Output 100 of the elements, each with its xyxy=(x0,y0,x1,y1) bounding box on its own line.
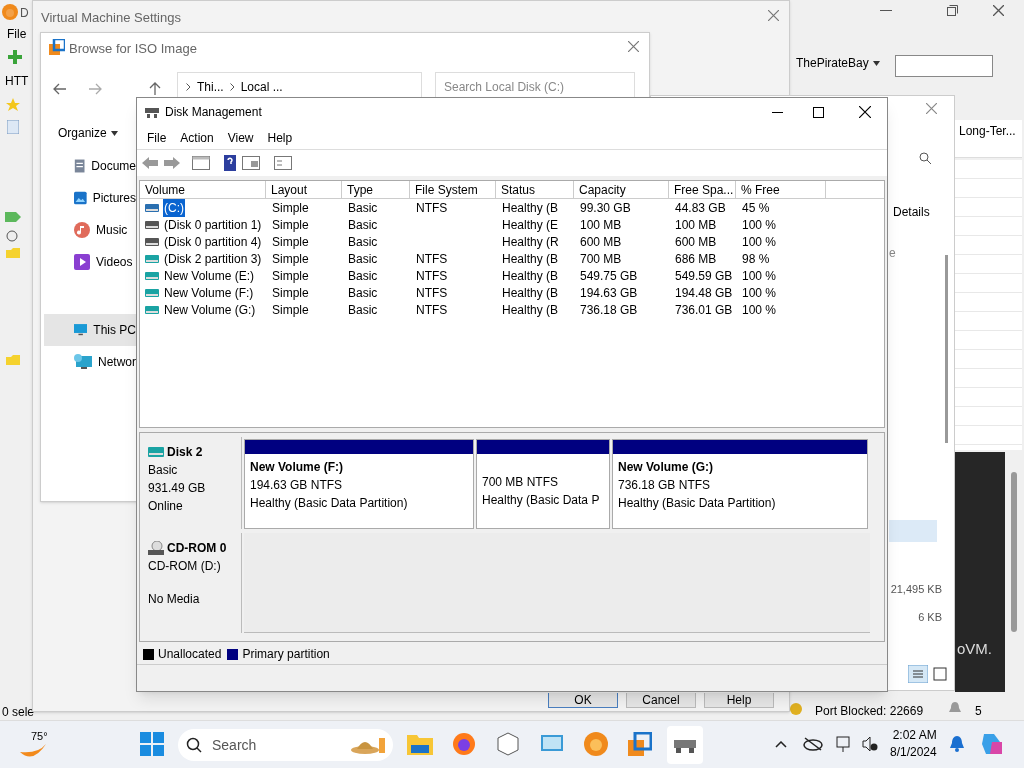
back-arrow-icon[interactable] xyxy=(142,157,158,169)
start-icon[interactable] xyxy=(140,732,164,756)
nav-item[interactable]: Pictures xyxy=(44,182,136,214)
close-icon[interactable] xyxy=(859,106,871,118)
drive-icon xyxy=(145,203,159,212)
disk-name: Disk 2 xyxy=(167,444,203,461)
bell-icon[interactable] xyxy=(950,736,964,752)
window-title: D xyxy=(20,5,29,22)
clock-date[interactable]: 8/1/2024 xyxy=(890,744,937,761)
terminal-text: oVM. xyxy=(957,640,992,657)
dialog-button[interactable]: Help xyxy=(704,693,774,708)
pane-icon[interactable] xyxy=(192,156,210,170)
disk-info: CD-ROM (D:) xyxy=(148,558,222,575)
row-highlight xyxy=(889,520,937,542)
nav-item[interactable]: Docume xyxy=(44,150,136,182)
column-header[interactable]: Volume xyxy=(140,181,266,198)
table-cell: NTFS xyxy=(416,200,448,215)
drive-label[interactable]: New Volume (G:) xyxy=(163,300,257,319)
clock-time[interactable]: 2:02 AM xyxy=(892,727,937,744)
partition-block[interactable]: 700 MB NTFS Healthy (Basic Data P xyxy=(476,439,610,529)
drive-label[interactable]: New Volume (F:) xyxy=(163,283,255,302)
status-text: 0 sele xyxy=(2,704,35,721)
table-cell: 100 MB xyxy=(675,217,717,232)
column-header[interactable]: File System xyxy=(410,181,496,198)
cube-icon[interactable] xyxy=(496,732,520,756)
help-icon[interactable] xyxy=(224,155,236,171)
drive-label[interactable]: (Disk 0 partition 4) xyxy=(163,232,263,251)
menu-item[interactable]: View xyxy=(227,128,254,147)
menu-item[interactable]: Help xyxy=(267,128,293,147)
nav-item[interactable]: Videos xyxy=(44,246,136,278)
menu-item[interactable]: File xyxy=(7,25,27,43)
pane-icon[interactable] xyxy=(242,156,260,170)
legend-label: Unallocated xyxy=(158,646,222,663)
minimize-icon[interactable] xyxy=(772,111,783,113)
tile-view-icon[interactable] xyxy=(933,667,947,681)
taskbar-search[interactable]: Search xyxy=(178,729,393,761)
dialog-title: Browse for ISO Image xyxy=(69,40,197,58)
nav-item[interactable]: Networ xyxy=(44,346,136,378)
dialog-button[interactable]: Cancel xyxy=(626,693,696,708)
column-header[interactable]: % Free xyxy=(736,181,826,198)
search-icon[interactable] xyxy=(919,152,931,164)
table-cell: Basic xyxy=(348,251,378,266)
column-header[interactable]: Status xyxy=(496,181,574,198)
table-cell: Basic xyxy=(348,302,378,317)
table-cell: Basic xyxy=(348,200,378,215)
browser-icon[interactable] xyxy=(452,732,476,756)
drive-label[interactable]: (Disk 0 partition 1) xyxy=(163,215,263,234)
search-engine-dropdown[interactable]: ThePirateBay xyxy=(796,54,869,72)
back-icon[interactable] xyxy=(53,82,67,96)
forward-arrow-icon[interactable] xyxy=(164,157,180,169)
menu-item[interactable]: Action xyxy=(180,128,214,147)
drive-label[interactable]: (Disk 2 partition 3) xyxy=(163,249,263,268)
tray-overflow-icon[interactable] xyxy=(775,741,787,748)
nav-item[interactable]: This PC xyxy=(44,314,136,346)
breadcrumb[interactable]: Thi... xyxy=(197,78,224,96)
clock-icon xyxy=(6,228,18,242)
toolbar-label: HTT xyxy=(5,73,29,90)
close-icon[interactable] xyxy=(993,5,1004,16)
network-icon[interactable] xyxy=(836,735,852,753)
breadcrumb[interactable]: Local ... xyxy=(240,78,283,96)
maximize-icon[interactable] xyxy=(813,106,824,118)
star-icon xyxy=(5,97,21,113)
table-cell: Basic xyxy=(348,217,378,232)
properties-icon[interactable] xyxy=(274,156,292,170)
dialog-button[interactable]: OK xyxy=(548,693,618,708)
nav-item[interactable]: Music xyxy=(44,214,136,246)
table-cell: 736.18 GB xyxy=(580,302,638,317)
table-cell: NTFS xyxy=(416,251,448,266)
table-cell: Healthy (B xyxy=(502,268,559,283)
copilot-icon[interactable] xyxy=(980,732,1004,756)
torrent-icon[interactable] xyxy=(583,731,609,757)
column-header[interactable]: Free Spa... xyxy=(669,181,736,198)
drive-label[interactable]: New Volume (E:) xyxy=(163,266,256,285)
forward-icon[interactable] xyxy=(88,82,102,96)
hat-icon xyxy=(351,735,387,755)
active-app-button[interactable] xyxy=(667,726,703,764)
partition-block[interactable]: New Volume (F:) 194.63 GB NTFS Healthy (Basic Data Partition) xyxy=(244,439,474,529)
restore-icon[interactable] xyxy=(947,5,958,16)
column-header[interactable]: Type xyxy=(342,181,410,198)
vm-app-icon[interactable] xyxy=(628,732,652,756)
volume-muted-icon[interactable] xyxy=(862,736,878,752)
monitor-icon xyxy=(74,322,88,338)
table-cell: 194.48 GB xyxy=(675,285,733,300)
folder-icon xyxy=(6,355,20,365)
tab[interactable]: Details xyxy=(893,203,930,221)
column-header[interactable]: Layout xyxy=(266,181,342,198)
column-header[interactable]: Capacity xyxy=(574,181,669,198)
table-cell: Healthy (B xyxy=(502,302,559,317)
organize-menu[interactable]: Organize xyxy=(58,124,107,142)
menu-item[interactable]: File xyxy=(147,128,167,147)
disk-tool-icon xyxy=(674,737,696,753)
partition-status: Healthy (Basic Data Partition) xyxy=(618,495,777,512)
partition-block[interactable]: New Volume (G:) 736.18 GB NTFS Healthy (Basic Data Partition) xyxy=(612,439,868,529)
chevron-icon xyxy=(186,83,191,91)
table-cell: Basic xyxy=(348,285,378,300)
list-view-icon[interactable] xyxy=(908,665,928,683)
search-dropdown-field[interactable] xyxy=(895,55,993,77)
cloud-off-icon[interactable] xyxy=(803,737,823,751)
file-size: 21,495 KB xyxy=(890,582,942,597)
up-icon[interactable] xyxy=(148,82,162,96)
